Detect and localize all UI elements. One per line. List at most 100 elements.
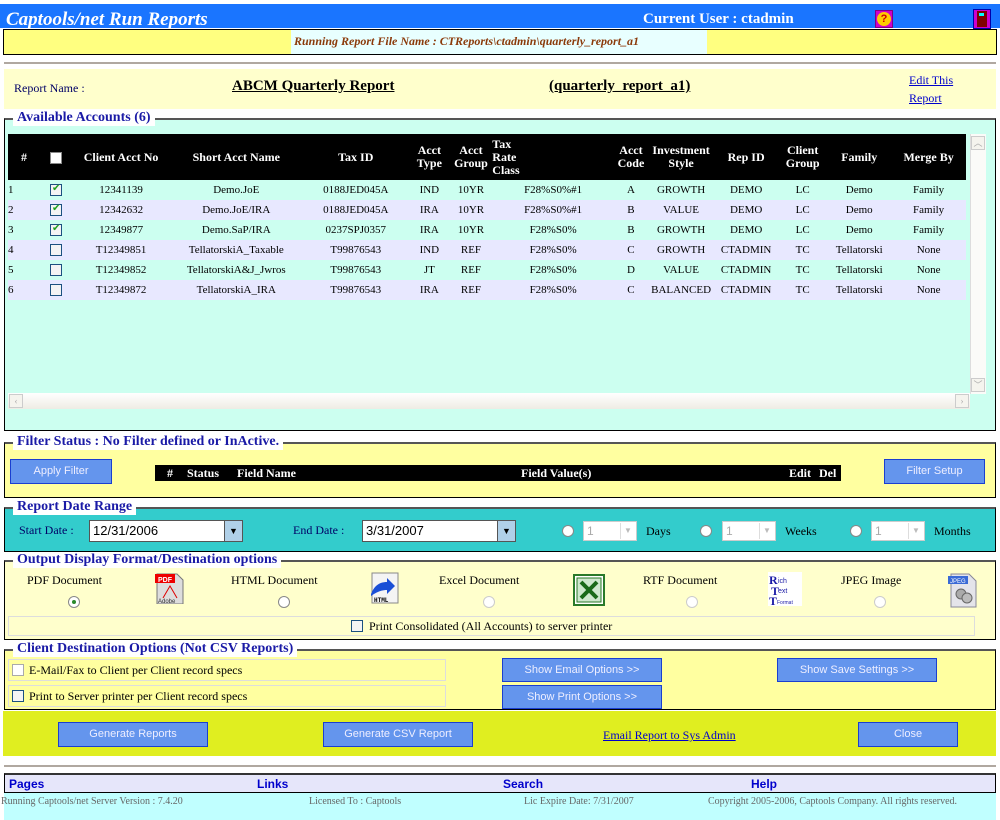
show-email-options-button[interactable]: Show Email Options >> bbox=[502, 658, 662, 682]
apply-filter-button[interactable]: Apply Filter bbox=[10, 459, 112, 484]
account-select-checkbox[interactable] bbox=[50, 264, 62, 277]
weeks-select[interactable]: 1 ▼ bbox=[722, 521, 776, 541]
account-row[interactable]: 6 T12349872 TellatorskiA_IRA T99876543 IRA RE… bbox=[8, 280, 966, 300]
horizontal-scrollbar[interactable]: ‹ › bbox=[8, 393, 970, 409]
filter-col-num: # bbox=[167, 466, 173, 480]
report-name-row: Report Name : ABCM Quarterly Report (qua… bbox=[4, 69, 996, 109]
edit-report-link[interactable]: Edit This Report bbox=[909, 71, 969, 107]
format-jpeg-radio[interactable] bbox=[874, 596, 886, 608]
divider bbox=[4, 765, 996, 767]
cell-tax-id: T99876543 bbox=[302, 260, 410, 280]
scroll-up-icon[interactable]: ︿ bbox=[971, 136, 985, 150]
report-date-range-group: Report Date Range Start Date : 12/31/200… bbox=[4, 499, 996, 552]
cell-style: VALUE bbox=[648, 260, 715, 280]
col-merge-by: Merge By bbox=[891, 134, 966, 180]
accounts-legend: Available Accounts (6) bbox=[13, 110, 155, 126]
cell-style: GROWTH bbox=[648, 180, 715, 200]
cell-style: GROWTH bbox=[648, 220, 715, 240]
cell-num: 4 bbox=[8, 240, 40, 260]
nav-help[interactable]: Help bbox=[751, 777, 777, 791]
filter-table-header: # Status Field Name Field Value(s) Edit … bbox=[155, 465, 841, 481]
print-consolidated-checkbox[interactable] bbox=[351, 620, 363, 632]
chevron-down-icon: ▼ bbox=[620, 523, 635, 539]
filter-setup-button[interactable]: Filter Setup bbox=[884, 459, 985, 484]
email-fax-checkbox[interactable] bbox=[12, 664, 24, 676]
vertical-scrollbar[interactable]: ︿ ﹀ bbox=[970, 134, 986, 394]
format-pdf-radio[interactable] bbox=[68, 596, 80, 608]
report-name-label: Report Name : bbox=[14, 81, 85, 95]
server-print-row: Print to Server printer per Client recor… bbox=[8, 685, 446, 707]
cell-acct-no: 12349877 bbox=[72, 220, 171, 240]
scroll-right-icon[interactable]: › bbox=[955, 394, 969, 408]
generate-csv-button[interactable]: Generate CSV Report bbox=[323, 722, 473, 747]
cell-client-group: LC bbox=[778, 200, 828, 220]
scroll-left-icon[interactable]: ‹ bbox=[9, 394, 23, 408]
cell-merge: Family bbox=[891, 220, 966, 240]
help-button[interactable]: ? bbox=[875, 10, 893, 28]
output-legend: Output Display Format/Destination option… bbox=[13, 552, 282, 568]
account-row[interactable]: 1 12341139Demo.JoE0188JED045AIND10YRF28%S… bbox=[8, 180, 966, 200]
close-button[interactable]: Close bbox=[858, 722, 958, 747]
account-select-checkbox[interactable] bbox=[50, 203, 62, 217]
format-rtf-radio[interactable] bbox=[686, 596, 698, 608]
cell-name: TellatorskiA_Taxable bbox=[170, 240, 303, 260]
email-sys-admin-link[interactable]: Email Report to Sys Admin bbox=[603, 728, 736, 743]
bottom-nav: Pages Links Search Help bbox=[4, 773, 996, 793]
account-select-checkbox[interactable] bbox=[50, 223, 62, 237]
format-jpeg-label: JPEG Image bbox=[841, 573, 902, 587]
cell-type: IRA bbox=[409, 220, 450, 240]
col-acct-type: Acct Type bbox=[409, 134, 450, 180]
col-acct-code: Acct Code bbox=[613, 134, 649, 180]
nav-search[interactable]: Search bbox=[503, 777, 543, 791]
cell-tax-rate: F28%S0% bbox=[492, 220, 614, 240]
current-user: Current User : ctadmin bbox=[643, 11, 794, 27]
nav-links[interactable]: Links bbox=[257, 777, 288, 791]
end-date-dropdown-icon[interactable]: ▼ bbox=[497, 521, 515, 541]
account-row[interactable]: 312349877Demo.SaP/IRA0237SPJ0357IRA10YRF… bbox=[8, 220, 966, 240]
help-icon: ? bbox=[877, 12, 891, 26]
account-row[interactable]: 212342632Demo.JoE/IRA0188JED045AIRA10YRF… bbox=[8, 200, 966, 220]
account-select-checkbox[interactable] bbox=[50, 244, 62, 257]
format-excel-radio[interactable] bbox=[483, 596, 495, 608]
months-radio[interactable] bbox=[850, 525, 862, 537]
filter-col-edit: Edit bbox=[789, 466, 812, 480]
account-row[interactable]: 5 T12349852 TellatorskiA&J_Jwros T99876543 J… bbox=[8, 260, 966, 280]
days-radio[interactable] bbox=[562, 525, 574, 537]
exit-button[interactable] bbox=[973, 9, 991, 29]
email-fax-label: E-Mail/Fax to Client per Client record s… bbox=[29, 663, 243, 677]
cell-tax-id: 0188JED045A bbox=[302, 180, 410, 200]
divider bbox=[4, 62, 996, 64]
months-select[interactable]: 1 ▼ bbox=[871, 521, 925, 541]
show-save-settings-button[interactable]: Show Save Settings >> bbox=[777, 658, 937, 682]
cell-family: Tellatorski bbox=[827, 240, 892, 260]
server-print-checkbox[interactable] bbox=[12, 690, 24, 702]
scroll-down-icon[interactable]: ﹀ bbox=[971, 378, 985, 392]
start-date-input[interactable]: 12/31/2006 ▼ bbox=[89, 520, 243, 542]
weeks-radio[interactable] bbox=[700, 525, 712, 537]
end-date-input[interactable]: 3/31/2007 ▼ bbox=[362, 520, 516, 542]
cell-rep: DEMO bbox=[714, 180, 779, 200]
cell-type: IRA bbox=[409, 280, 450, 300]
format-pdf-label: PDF Document bbox=[27, 573, 102, 587]
format-html-radio[interactable] bbox=[278, 596, 290, 608]
cell-type: JT bbox=[409, 260, 450, 280]
cell-tax-id: 0188JED045A bbox=[302, 200, 410, 220]
days-select[interactable]: 1 ▼ bbox=[583, 521, 637, 541]
account-select-checkbox[interactable] bbox=[50, 183, 62, 197]
title-bar: Captools/net Run Reports Current User : … bbox=[0, 4, 1000, 30]
cell-code: A bbox=[613, 180, 649, 200]
cell-num: 3 bbox=[8, 220, 40, 240]
show-print-options-button[interactable]: Show Print Options >> bbox=[502, 685, 662, 709]
account-row[interactable]: 4 T12349851 TellatorskiA_Taxable T99876543 I… bbox=[8, 240, 966, 260]
generate-reports-button[interactable]: Generate Reports bbox=[58, 722, 208, 747]
server-version: Running Captools/net Server Version : 7.… bbox=[1, 796, 183, 807]
nav-pages[interactable]: Pages bbox=[9, 777, 44, 791]
cell-rep: CTADMIN bbox=[714, 240, 779, 260]
account-select-checkbox[interactable] bbox=[50, 284, 62, 297]
select-all-checkbox[interactable] bbox=[50, 151, 62, 164]
col-investment-style: Investment Style bbox=[648, 134, 715, 180]
actions-bar: Generate Reports Generate CSV Report Ema… bbox=[3, 711, 996, 756]
footer: Running Captools/net Server Version : 7.… bbox=[1, 793, 996, 820]
start-date-dropdown-icon[interactable]: ▼ bbox=[224, 521, 242, 541]
cell-group: 10YR bbox=[449, 220, 493, 240]
